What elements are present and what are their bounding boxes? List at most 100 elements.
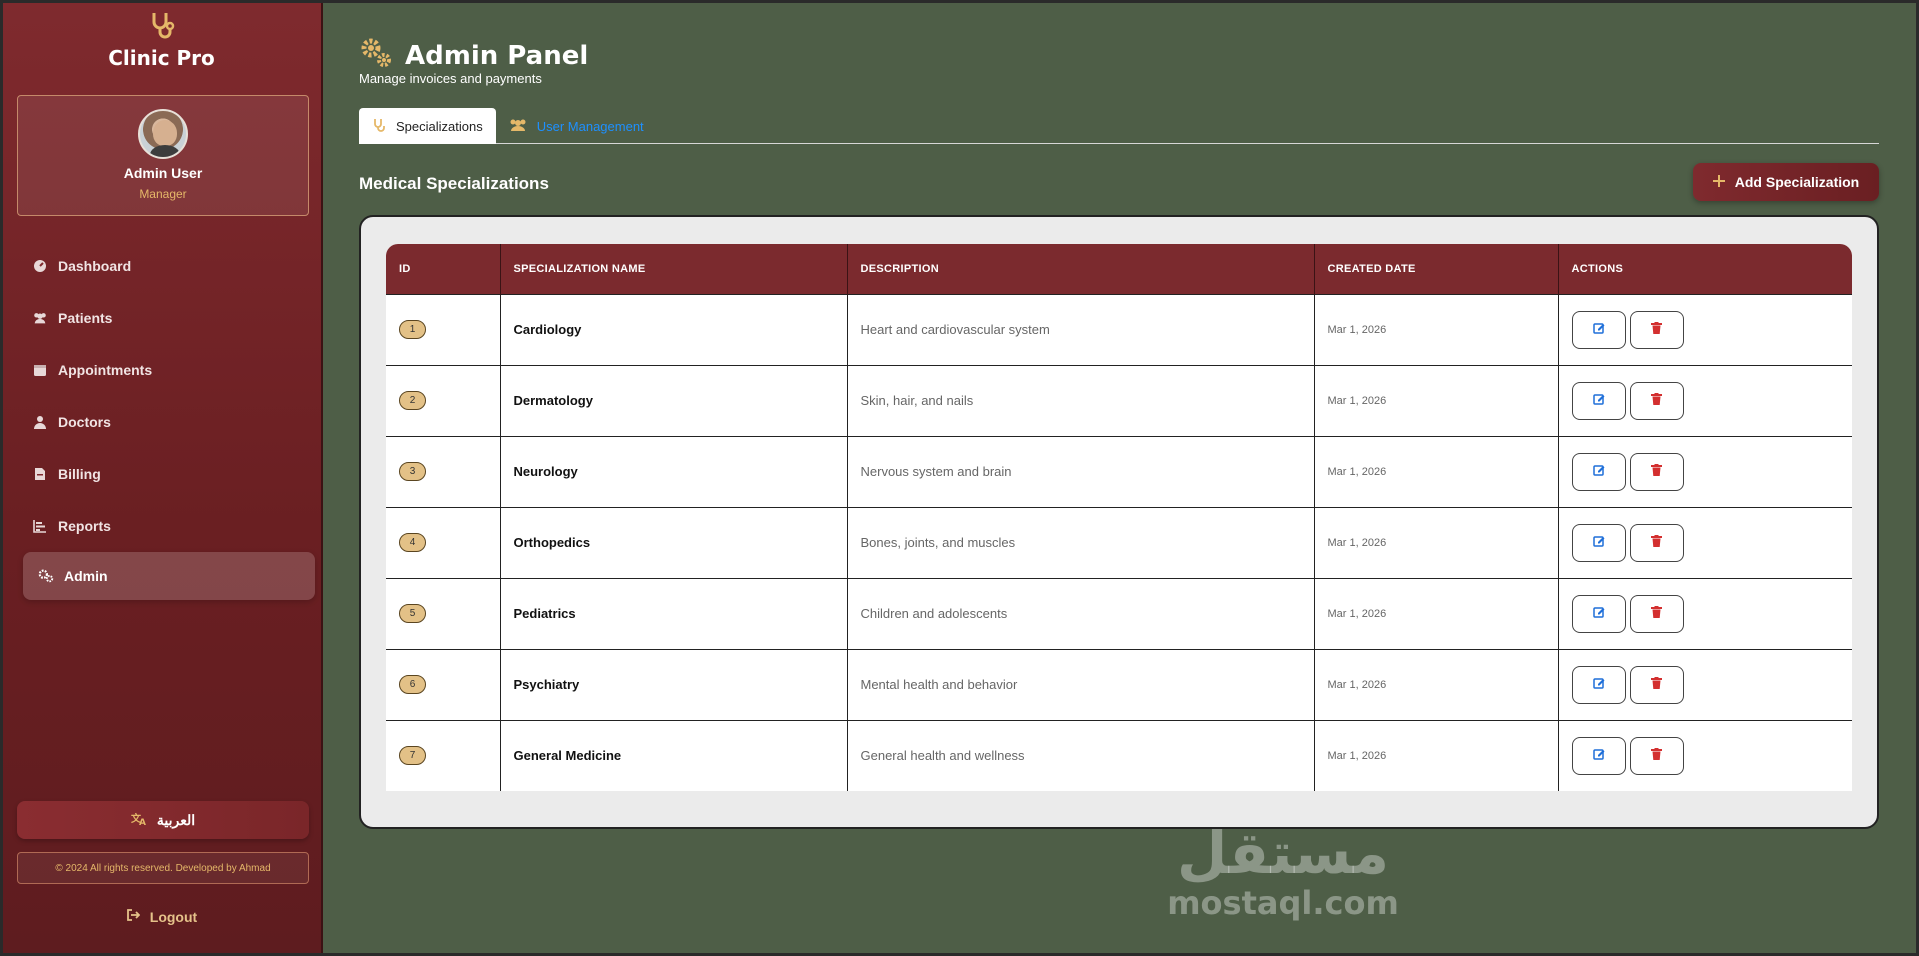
watermark: مستقل mostaql.com: [1163, 818, 1403, 919]
id-cell: 2: [386, 364, 501, 436]
table-row: 3 Neurology Nervous system and brain Mar 1,…: [386, 435, 1852, 507]
user-name: Admin User: [123, 165, 203, 181]
sidebar-item-label: Appointments: [58, 362, 153, 378]
delete-button[interactable]: [1629, 452, 1684, 491]
table-header-row: ID SPECIALIZATION NAME DESCRIPTION CREAT…: [386, 244, 1852, 294]
specialization-name: Dermatology: [500, 364, 848, 436]
edit-icon: [1592, 748, 1605, 763]
users-icon: [32, 310, 48, 326]
id-cell: 3: [386, 435, 501, 507]
tab-bar: Specializations User Management: [359, 108, 1879, 144]
delete-button[interactable]: [1629, 381, 1684, 420]
delete-button[interactable]: [1629, 736, 1684, 775]
tab-label: User Management: [536, 118, 644, 134]
specialization-description: Mental health and behavior: [847, 648, 1315, 720]
edit-button[interactable]: [1571, 736, 1626, 775]
watermark-arabic: مستقل: [1176, 819, 1390, 887]
add-specialization-button[interactable]: Add Specialization: [1693, 163, 1879, 201]
language-toggle-button[interactable]: 文A العربية: [17, 801, 309, 839]
specialization-name: Cardiology: [500, 293, 848, 365]
id-badge: 5: [399, 604, 426, 623]
sidebar-item-reports[interactable]: Reports: [0, 500, 323, 552]
user-doctor-icon: [32, 414, 48, 430]
actions-cell: [1558, 293, 1852, 365]
specializations-card: ID SPECIALIZATION NAME DESCRIPTION CREAT…: [359, 215, 1879, 829]
page-subtitle: Manage invoices and payments: [359, 71, 542, 86]
edit-button[interactable]: [1571, 381, 1626, 420]
delete-button[interactable]: [1629, 523, 1684, 562]
cogs-icon: [38, 568, 54, 584]
calendar-icon: [32, 362, 48, 378]
section-title: Medical Specializations: [359, 174, 549, 193]
table-row: 1 Cardiology Heart and cardiovascular syst…: [386, 293, 1852, 365]
specialization-description: Children and adolescents: [847, 577, 1315, 649]
tab-user-management[interactable]: User Management: [496, 108, 657, 144]
id-badge: 3: [399, 462, 426, 481]
column-header-name[interactable]: SPECIALIZATION NAME: [500, 244, 848, 294]
column-header-id[interactable]: ID: [386, 244, 501, 294]
trash-icon: [1651, 393, 1662, 408]
edit-button[interactable]: [1571, 310, 1626, 349]
delete-button[interactable]: [1629, 594, 1684, 633]
id-cell: 5: [386, 577, 501, 649]
actions-cell: [1558, 364, 1852, 436]
page-title: Admin Panel: [405, 40, 589, 71]
edit-icon: [1592, 322, 1605, 337]
tab-specializations[interactable]: Specializations: [359, 108, 496, 144]
edit-button[interactable]: [1571, 523, 1626, 562]
cogs-icon: [359, 36, 393, 75]
actions-cell: [1558, 719, 1852, 791]
id-badge: 2: [399, 391, 426, 410]
table-row: 2 Dermatology Skin, hair, and nails Mar 1, …: [386, 364, 1852, 436]
created-date: Mar 1, 2026: [1314, 719, 1559, 791]
edit-button[interactable]: [1571, 594, 1626, 633]
specialization-description: Heart and cardiovascular system: [847, 293, 1315, 365]
edit-button[interactable]: [1571, 452, 1626, 491]
logout-label: Logout: [149, 908, 198, 925]
created-date: Mar 1, 2026: [1314, 506, 1559, 578]
invoice-icon: [32, 466, 48, 482]
id-badge: 7: [399, 746, 426, 766]
table-row: 7 General Medicine General health and well…: [386, 719, 1852, 791]
sidebar-item-patients[interactable]: Patients: [0, 292, 323, 344]
trash-icon: [1651, 677, 1662, 692]
edit-icon: [1592, 464, 1605, 479]
edit-button[interactable]: [1571, 665, 1626, 704]
table-row: 6 Psychiatry Mental health and behavior Mar…: [386, 648, 1852, 720]
sidebar-item-label: Patients: [58, 310, 113, 326]
created-date: Mar 1, 2026: [1314, 364, 1559, 436]
delete-button[interactable]: [1629, 665, 1684, 704]
column-header-created-date[interactable]: CREATED DATE: [1314, 244, 1559, 294]
specialization-name: Neurology: [500, 435, 848, 507]
plus-icon: [1712, 174, 1725, 190]
sign-out-icon: [126, 908, 141, 925]
table-body: 1 Cardiology Heart and cardiovascular syst…: [386, 293, 1852, 791]
sidebar-item-label: Billing: [58, 466, 101, 482]
column-header-description[interactable]: DESCRIPTION: [847, 244, 1315, 294]
id-badge: 4: [399, 533, 426, 552]
users-icon: [509, 118, 527, 135]
id-badge: 6: [399, 675, 426, 694]
id-cell: 6: [386, 648, 501, 720]
edit-icon: [1592, 535, 1605, 550]
actions-cell: [1558, 577, 1852, 649]
sidebar-item-dashboard[interactable]: Dashboard: [0, 240, 323, 292]
sidebar-item-doctors[interactable]: Doctors: [0, 396, 323, 448]
tab-label: Specializations: [396, 118, 483, 134]
specialization-description: Skin, hair, and nails: [847, 364, 1315, 436]
sidebar-item-admin[interactable]: Admin: [23, 552, 315, 600]
specialization-description: General health and wellness: [847, 719, 1315, 791]
created-date: Mar 1, 2026: [1314, 435, 1559, 507]
actions-cell: [1558, 648, 1852, 720]
sidebar-item-billing[interactable]: Billing: [0, 448, 323, 500]
table-row: 4 Orthopedics Bones, joints, and muscles Ma…: [386, 506, 1852, 578]
logout-button[interactable]: Logout: [0, 908, 323, 925]
edit-icon: [1592, 393, 1605, 408]
actions-cell: [1558, 506, 1852, 578]
add-button-label: Add Specialization: [1734, 174, 1860, 190]
delete-button[interactable]: [1629, 310, 1684, 349]
sidebar-item-appointments[interactable]: Appointments: [0, 344, 323, 396]
specializations-table: ID SPECIALIZATION NAME DESCRIPTION CREAT…: [386, 244, 1852, 791]
page-header: Admin Panel: [359, 36, 588, 75]
brand[interactable]: Clinic Pro: [0, 10, 323, 70]
